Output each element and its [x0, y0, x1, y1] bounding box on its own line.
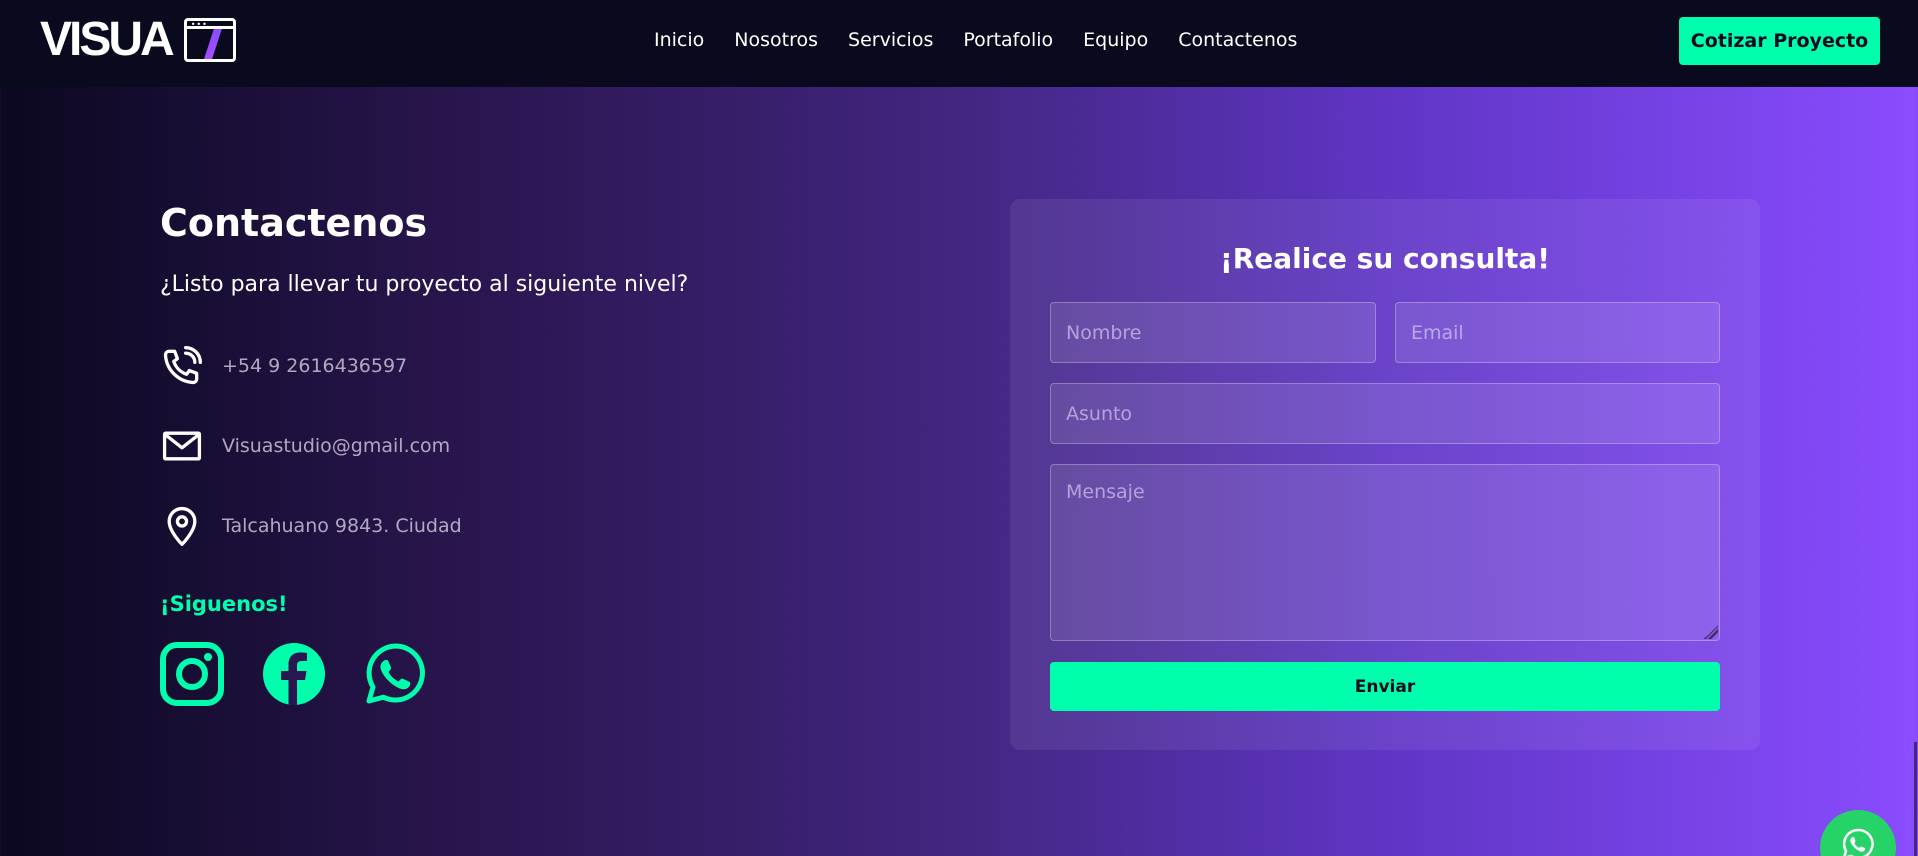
contact-subtitle: ¿Listo para llevar tu proyecto al siguie…	[160, 272, 689, 297]
logo-window-icon: •••	[183, 18, 236, 62]
message-textarea[interactable]	[1050, 464, 1720, 641]
floating-whatsapp-button[interactable]	[1820, 810, 1896, 856]
nav-nosotros[interactable]: Nosotros	[734, 26, 818, 54]
follow-label: ¡Siguenos!	[160, 592, 288, 616]
location-pin-icon	[167, 506, 197, 546]
address-text: Talcahuano 9843. Ciudad	[222, 515, 462, 537]
logo[interactable]: VISUA •••	[40, 16, 236, 64]
nav-contactenos[interactable]: Contactenos	[1178, 26, 1297, 54]
whatsapp-icon	[1842, 828, 1874, 856]
phone-text: +54 9 2616436597	[222, 355, 408, 377]
contact-title: Contactenos	[160, 201, 428, 245]
mail-icon	[162, 431, 202, 461]
textarea-resize-handle[interactable]	[1704, 625, 1718, 639]
enviar-button[interactable]: Enviar	[1050, 662, 1720, 711]
nav-equipo[interactable]: Equipo	[1083, 26, 1148, 54]
phone-icon	[163, 346, 202, 385]
email-text: Visuastudio@gmail.com	[222, 435, 451, 457]
logo-text: VISUA	[40, 13, 175, 66]
nav-inicio[interactable]: Inicio	[654, 26, 704, 54]
instagram-icon[interactable]	[160, 642, 224, 706]
email-input[interactable]	[1395, 302, 1720, 363]
email-row: Visuastudio@gmail.com	[160, 424, 450, 468]
cotizar-proyecto-button[interactable]: Cotizar Proyecto	[1679, 17, 1880, 65]
nav-portafolio[interactable]: Portafolio	[963, 26, 1053, 54]
navbar: VISUA ••• Inicio Nosotros Servicios Port…	[0, 0, 1918, 87]
whatsapp-icon[interactable]	[364, 642, 428, 706]
contact-form-card: ¡Realice su consulta! Enviar	[1010, 199, 1760, 750]
form-title: ¡Realice su consulta!	[1219, 242, 1551, 275]
phone-row: +54 9 2616436597	[160, 344, 407, 388]
facebook-icon[interactable]	[262, 642, 326, 706]
subject-input[interactable]	[1050, 383, 1720, 444]
scrollbar-thumb[interactable]	[1914, 742, 1917, 856]
contact-info: Contactenos ¿Listo para llevar tu proyec…	[160, 198, 689, 706]
nav-servicios[interactable]: Servicios	[848, 26, 933, 54]
address-row: Talcahuano 9843. Ciudad	[160, 504, 462, 548]
nav-links: Inicio Nosotros Servicios Portafolio Equ…	[654, 26, 1327, 54]
name-input[interactable]	[1050, 302, 1376, 363]
